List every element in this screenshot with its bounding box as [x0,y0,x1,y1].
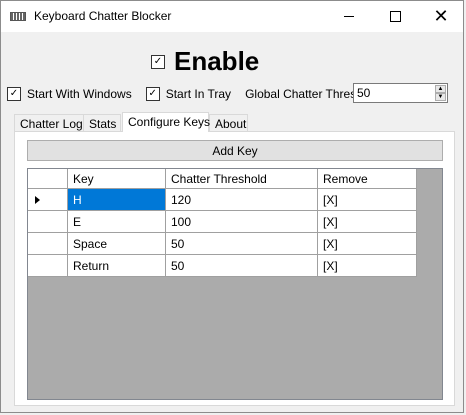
enable-label: Enable [174,46,260,76]
remove-link[interactable]: [X] [318,189,417,211]
global-threshold-stepper[interactable]: ▲ ▼ [353,83,448,103]
row-header[interactable] [28,211,68,233]
start-with-windows-label: Start With Windows [27,87,132,101]
table-row: Return 50 [X] [28,255,417,277]
start-with-windows-checkbox[interactable]: ✓ [7,87,21,101]
configure-keys-panel: Add Key Key Chatter Threshold Remove H 1… [14,131,455,406]
window-title: Keyboard Chatter Blocker [34,9,172,23]
enable-toggle[interactable]: ✓ Enable [151,46,259,77]
check-icon: ✓ [153,55,163,67]
enable-checkbox[interactable]: ✓ [151,54,165,69]
global-threshold-input[interactable] [357,86,427,100]
column-header-key[interactable]: Key [68,169,166,189]
row-header[interactable] [28,255,68,277]
spin-down-button[interactable]: ▼ [435,93,446,101]
key-cell[interactable]: H [68,189,166,211]
tab-about[interactable]: About [209,114,248,131]
key-cell[interactable]: E [68,211,166,233]
column-header-remove[interactable]: Remove [318,169,417,189]
threshold-cell[interactable]: 100 [166,211,318,233]
remove-link[interactable]: [X] [318,233,417,255]
row-header-corner [28,169,68,189]
spin-up-button[interactable]: ▲ [435,85,446,93]
table-row: H 120 [X] [28,189,417,211]
minimize-icon [344,16,354,17]
grid-header-row: Key Chatter Threshold Remove [28,169,417,191]
threshold-cell[interactable]: 50 [166,233,318,255]
title-bar[interactable]: Keyboard Chatter Blocker ✕ [1,1,463,32]
options-row: ✓ Start With Windows ✓ Start In Tray Glo… [7,84,392,104]
close-icon: ✕ [433,6,449,26]
tab-stats[interactable]: Stats [83,114,121,131]
maximize-icon [389,11,401,22]
current-row-arrow-icon [35,196,40,204]
column-header-threshold[interactable]: Chatter Threshold [166,169,318,189]
keyboard-icon [10,12,26,21]
tab-chatter-log[interactable]: Chatter Log [14,114,84,131]
key-cell[interactable]: Space [68,233,166,255]
app-window: Keyboard Chatter Blocker ✕ ✓ Enable ✓ St… [0,0,464,413]
table-row: Space 50 [X] [28,233,417,255]
row-header[interactable] [28,189,68,211]
remove-link[interactable]: [X] [318,211,417,233]
maximize-button[interactable] [372,1,418,32]
remove-link[interactable]: [X] [318,255,417,277]
threshold-cell[interactable]: 120 [166,189,318,211]
table-row: E 100 [X] [28,211,417,233]
close-button[interactable]: ✕ [418,1,463,32]
chevron-up-icon: ▲ [437,86,444,92]
row-header[interactable] [28,233,68,255]
minimize-button[interactable] [326,1,372,32]
keys-grid[interactable]: Key Chatter Threshold Remove H 120 [X] E… [27,168,443,400]
start-in-tray-checkbox[interactable]: ✓ [145,87,160,101]
key-cell[interactable]: Return [68,255,166,277]
add-key-button[interactable]: Add Key [27,140,443,161]
check-icon: ✓ [9,88,19,99]
check-icon: ✓ [148,88,157,99]
tab-configure-keys[interactable]: Configure Keys [122,112,210,132]
threshold-cell[interactable]: 50 [166,255,318,277]
start-in-tray-label: Start In Tray [165,87,232,101]
chevron-down-icon: ▼ [437,94,444,100]
